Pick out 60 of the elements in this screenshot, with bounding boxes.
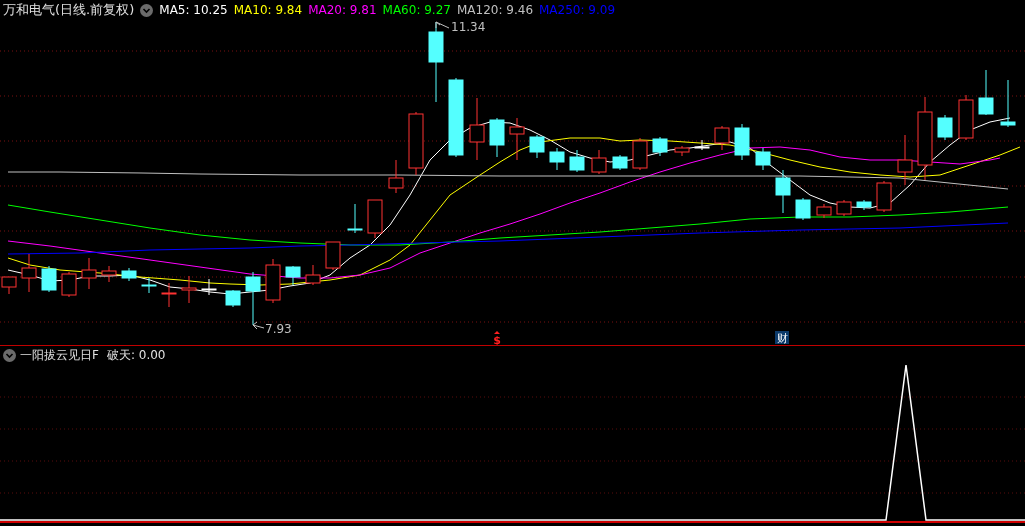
candlestick [121,267,137,282]
candlestick [489,117,505,158]
candlestick [632,137,648,171]
candlestick [775,169,791,214]
dropdown-icon[interactable] [140,3,154,17]
candlestick [61,271,77,298]
moving-average-legend: MA250: 9.09 [539,1,616,19]
candlestick [937,114,953,141]
candlestick [795,197,811,221]
moving-average-legend: MA60: 9.27 [382,1,451,19]
candlestick [141,277,157,294]
candlestick [81,257,97,290]
candlestick [101,265,117,283]
high-price-label: 11.34 [435,20,486,34]
candlestick [225,289,241,308]
candlestick [181,275,197,304]
chart-title: 万和电气(日线.前复权) [3,1,135,20]
candlestick [201,278,217,296]
finance-marker[interactable]: 财 [775,331,789,345]
candlestick [245,271,261,326]
candlestick [408,111,424,176]
candlestick [591,149,607,175]
candlestick [816,203,832,219]
candlestick [876,180,892,213]
candlestick [569,149,585,173]
candlestick [549,147,565,171]
candlestick [509,117,525,161]
moving-average-legend: MA20: 9.81 [308,1,377,19]
candlestick [652,136,668,157]
low-price-label: 7.93 [252,321,292,336]
candlestick [836,199,852,217]
indicator-value: 破天: 0.00 [106,347,166,364]
dropdown-icon[interactable] [3,348,16,362]
candlestick [978,69,994,116]
candlestick [1000,79,1016,128]
candlestick [734,123,750,161]
candlestick [694,139,710,151]
candlestick [285,265,301,286]
candlestick [714,125,730,151]
candlestick [367,199,383,239]
candlestick [755,147,771,171]
candlestick [305,264,321,286]
candlestick [347,203,363,234]
candlestick [529,134,545,159]
moving-average-legend: MA120: 9.46 [456,1,533,19]
moving-average-legend: MA5: 10.25 [159,1,228,19]
candlestick [856,199,872,211]
candlestick [958,94,974,141]
candlestick [612,154,628,171]
moving-average-legend: MA10: 9.84 [233,1,303,19]
candlestick [41,265,57,293]
indicator-name: 一阳拔云见日F [20,347,99,364]
candlestick [897,134,913,186]
candlestick [325,241,341,271]
candlestick [674,145,690,157]
candlestick [21,253,37,293]
candlestick [388,159,404,194]
candlestick [161,282,177,308]
candlestick [265,258,281,304]
candlestick [469,97,485,161]
